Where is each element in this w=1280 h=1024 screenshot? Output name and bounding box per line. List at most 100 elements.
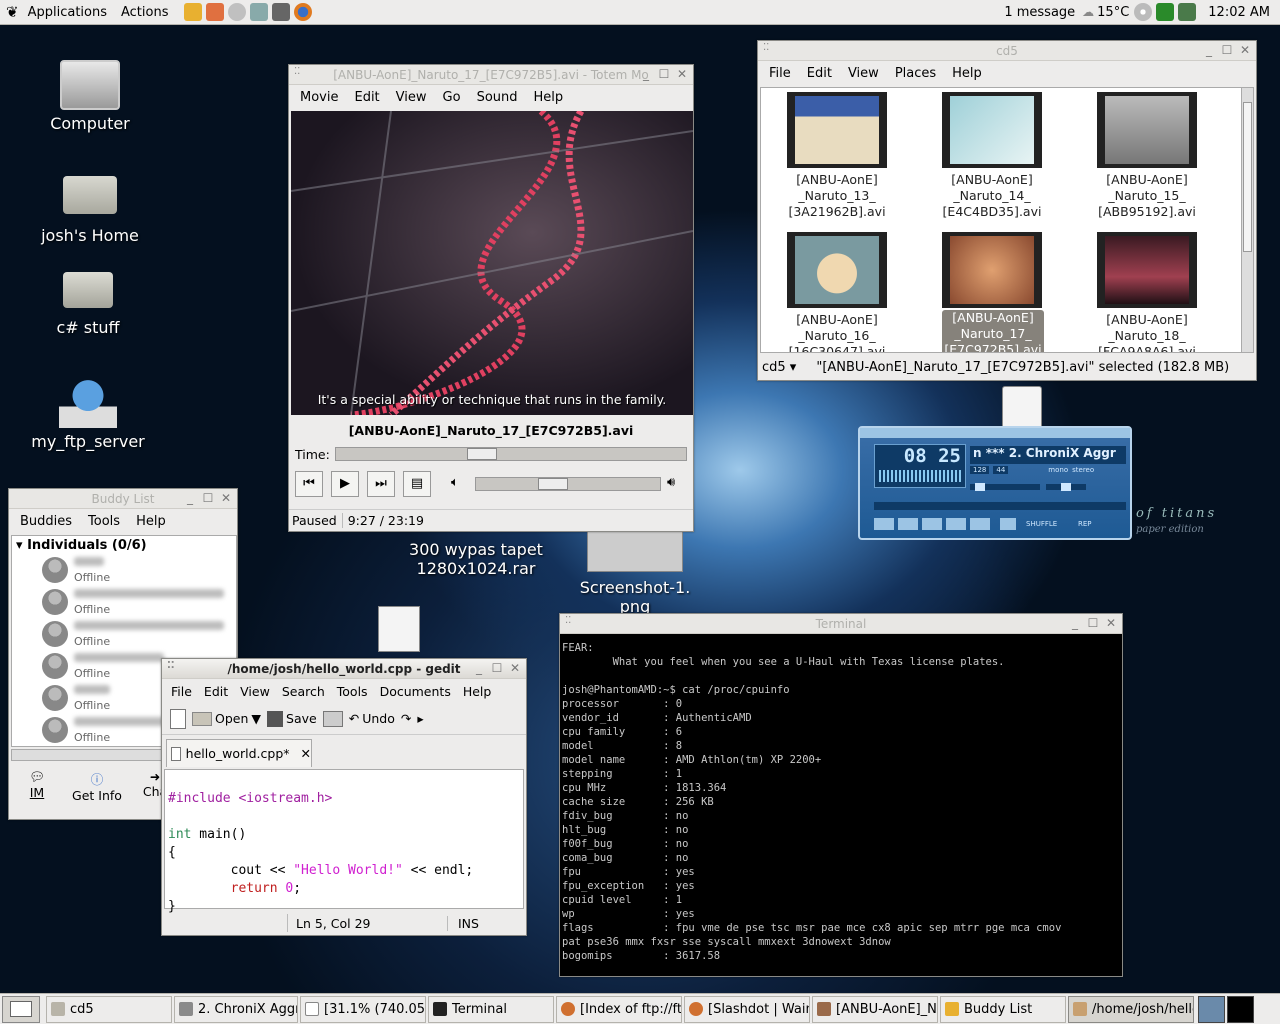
taskbar-item-active[interactable]: /home/josh/hello_: [1068, 995, 1194, 1023]
file-thumb[interactable]: [942, 92, 1042, 168]
cd-player-launcher-icon[interactable]: [227, 3, 246, 21]
menu-edit[interactable]: Edit: [799, 66, 840, 81]
window-menu-icon[interactable]: ⁚⁚: [763, 42, 769, 53]
close-button[interactable]: ✕: [1238, 43, 1252, 57]
desktop-file-rar[interactable]: 300 wypas tapet 1280x1024.rar: [396, 540, 556, 578]
menu-movie[interactable]: Movie: [292, 90, 346, 105]
desktop-icon-computer[interactable]: Computer: [30, 60, 150, 133]
cd-icon[interactable]: [1134, 3, 1153, 21]
window-menu-icon[interactable]: ⁚⁚: [294, 66, 300, 77]
xmms-volume-thumb[interactable]: [975, 483, 985, 491]
buddy-row[interactable]: Offline: [12, 618, 236, 650]
video-area[interactable]: It's a special ability or technique that…: [291, 111, 693, 415]
file-label[interactable]: [ANBU-AonE] _Naruto_14_ [E4C4BD35].avi: [927, 172, 1057, 220]
menu-go[interactable]: Go: [435, 90, 469, 105]
nautilus-scrollbar[interactable]: [1241, 87, 1254, 353]
menu-view[interactable]: View: [388, 90, 435, 105]
scrollbar-thumb[interactable]: [1243, 102, 1252, 252]
redo-icon[interactable]: ↷: [401, 711, 411, 726]
taskbar-item[interactable]: cd5: [46, 995, 172, 1023]
workspace-1[interactable]: [1198, 995, 1225, 1023]
maximize-button[interactable]: ☐: [201, 491, 215, 505]
save-button[interactable]: Save: [267, 710, 317, 727]
xmms-volume-slider[interactable]: [970, 483, 1040, 491]
maximize-button[interactable]: ☐: [1086, 616, 1100, 630]
menu-edit[interactable]: Edit: [198, 684, 234, 699]
nautilus-titlebar[interactable]: ⁚⁚ cd5 _ ☐ ✕: [758, 41, 1256, 61]
close-button[interactable]: ✕: [508, 661, 522, 675]
desktop-icon-ftp[interactable]: my_ftp_server: [28, 374, 148, 451]
open-button[interactable]: Open ▼: [192, 711, 261, 726]
minimize-button[interactable]: _: [639, 67, 653, 81]
gaim-launcher-icon[interactable]: [183, 3, 202, 21]
terminal-titlebar[interactable]: ⁚⁚ Terminal _ ☐ ✕: [560, 614, 1122, 634]
print-icon[interactable]: [322, 710, 343, 727]
xmms-titlebar[interactable]: [860, 428, 1130, 438]
xmms-next-button[interactable]: [970, 518, 990, 530]
buddy-row[interactable]: Offline: [12, 554, 236, 586]
desktop-file-icon-2[interactable]: [1002, 386, 1042, 430]
network-monitor-icon[interactable]: [1156, 3, 1175, 21]
menu-file[interactable]: File: [761, 66, 799, 81]
buddy-row[interactable]: Offline: [12, 586, 236, 618]
maximize-button[interactable]: ☐: [657, 67, 671, 81]
minimize-button[interactable]: _: [472, 661, 486, 675]
totem-titlebar[interactable]: ⁚⁚ [ANBU-AonE]_Naruto_17_[E7C972B5].avi -…: [289, 65, 693, 85]
menu-sound[interactable]: Sound: [469, 90, 526, 105]
menu-documents[interactable]: Documents: [374, 684, 457, 699]
minimize-button[interactable]: _: [183, 491, 197, 505]
text-editor-launcher-icon[interactable]: [205, 3, 224, 21]
desktop-icon-csharp[interactable]: c# stuff: [28, 272, 148, 337]
applications-menu[interactable]: Applications: [21, 5, 114, 20]
volume-slider-thumb[interactable]: [538, 478, 568, 490]
buddy-list-titlebar[interactable]: Buddy List _ ☐ ✕: [9, 489, 237, 509]
xmms-prev-button[interactable]: [874, 518, 894, 530]
xmms-pause-button[interactable]: [922, 518, 942, 530]
xmms-eject-button[interactable]: [1000, 518, 1016, 530]
xmms-seek-bar[interactable]: [874, 502, 1126, 510]
taskbar-item[interactable]: [Slashdot | Waime: [684, 995, 810, 1023]
terminal-output[interactable]: FEAR: What you feel when you see a U-Hau…: [560, 635, 1122, 976]
minimize-button[interactable]: _: [1068, 616, 1082, 630]
file-label[interactable]: [ANBU-AonE] _Naruto_16_ [16C30647].avi: [772, 312, 902, 352]
xmms-repeat-button[interactable]: REP: [1078, 520, 1092, 528]
weather-icon[interactable]: ☁: [1082, 5, 1094, 19]
file-thumb[interactable]: [1097, 92, 1197, 168]
next-button[interactable]: ⏭: [367, 471, 395, 497]
file-label-selected[interactable]: [ANBU-AonE] _Naruto_17_ [E7C972B5].avi: [942, 310, 1044, 352]
taskbar-item[interactable]: 2. ChroniX Aggre: [174, 995, 298, 1023]
open-dropdown-icon[interactable]: ▼: [251, 711, 261, 726]
xmms-balance-slider[interactable]: [1046, 483, 1086, 491]
menu-view[interactable]: View: [840, 66, 887, 81]
playlist-button[interactable]: ▤: [403, 471, 431, 497]
location-dropdown[interactable]: cd5 ▾: [762, 360, 796, 375]
buddy-button-im[interactable]: 💬︎ IM: [19, 769, 55, 800]
xmms-play-button[interactable]: [898, 518, 918, 530]
menu-help[interactable]: Help: [944, 66, 990, 81]
previous-button[interactable]: ⏮: [295, 471, 323, 497]
taskbar-item[interactable]: [31.1% (740.05 M: [300, 995, 426, 1023]
xmms-shuffle-button[interactable]: SHUFFLE: [1026, 520, 1057, 528]
volume-slider[interactable]: [475, 477, 661, 491]
file-label[interactable]: [ANBU-AonE] _Naruto_18_ [FCA9A8A6].avi: [1082, 312, 1212, 352]
file-label[interactable]: [ANBU-AonE] _Naruto_13_ [3A21962B].avi: [772, 172, 902, 220]
maximize-button[interactable]: ☐: [1220, 43, 1234, 57]
close-button[interactable]: ✕: [675, 67, 689, 81]
buddy-button-info[interactable]: ⓘ Get Info: [67, 769, 127, 803]
menu-edit[interactable]: Edit: [346, 90, 387, 105]
firefox-launcher-icon[interactable]: [293, 3, 312, 21]
notification-messages[interactable]: 1 message: [997, 5, 1082, 20]
file-thumb[interactable]: [787, 232, 887, 308]
window-menu-icon[interactable]: ⁚⁚: [565, 615, 571, 626]
tab-close-icon[interactable]: ✕: [301, 746, 311, 761]
file-thumb[interactable]: [787, 92, 887, 168]
play-button[interactable]: ▶: [331, 471, 359, 497]
file-thumb-selected[interactable]: [942, 232, 1042, 308]
menu-search[interactable]: Search: [276, 684, 331, 699]
desktop-file-icon[interactable]: [378, 606, 420, 652]
camera-launcher-icon[interactable]: [271, 3, 290, 21]
menu-help[interactable]: Help: [457, 684, 498, 699]
workspace-2[interactable]: [1227, 995, 1254, 1023]
desktop-icon-home[interactable]: josh's Home: [28, 172, 152, 245]
xmms-balance-thumb[interactable]: [1061, 483, 1071, 491]
